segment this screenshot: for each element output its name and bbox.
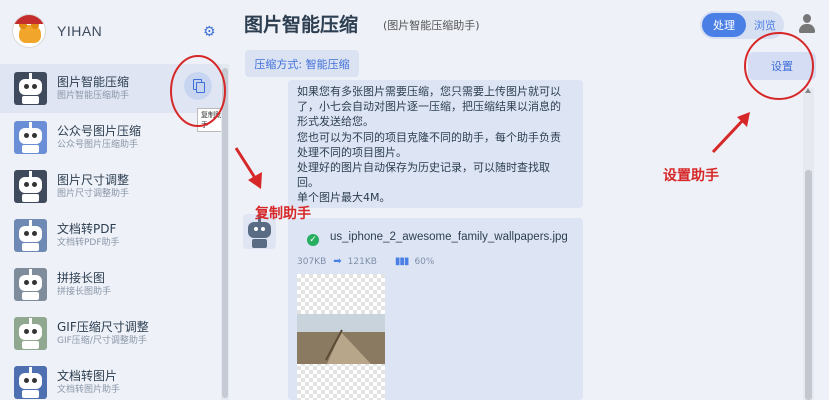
sidebar-item-image-resize[interactable]: 图片尺寸调整 图片尺寸调整助手 [0,162,221,211]
robot-icon [14,366,47,399]
message-line: 形式发送给您。 [297,115,374,129]
original-size: 307KB [297,256,327,267]
check-circle-icon: ✓ [307,234,319,246]
sidebar-item-gif-compress[interactable]: GIF压缩尺寸调整 GIF压缩/尺寸调整助手 [0,309,221,358]
message-line: 处理好的图片自动保存为历史记录，可以随时查找取 [297,161,550,175]
sidebar-item-title: 图片智能压缩 [57,75,130,89]
robot-icon [14,219,47,252]
sidebar-item-title: GIF压缩尺寸调整 [57,320,149,334]
robot-icon [14,72,47,105]
compressed-size: 121KB [347,256,377,267]
sidebar-item-long-image[interactable]: 拼接长图 拼接长图助手 [0,260,221,309]
message-line: 如果您有多张图片需要压缩，您只需要上传图片就可以 [297,85,561,98]
message-line: 您也可以为不同的项目克隆不同的助手，每个助手负责 [297,130,561,144]
robot-icon [14,268,47,301]
settings-button[interactable]: 设置 [748,52,816,80]
sidebar-item-title: 文档转图片 [57,369,118,383]
app-logo [12,14,46,48]
bar-chart-icon: ▮▮▮ [394,256,409,267]
copy-assistant-button[interactable] [184,72,212,100]
message-line: 处理不同的项目图片。 [297,145,407,159]
mode-toggle: 处理 浏览 [700,11,784,39]
sidebar-item-title: 图片尺寸调整 [57,173,130,187]
compression-ratio: 60% [414,256,435,267]
copy-assistant-annotation: 复制助手 [255,206,311,222]
intro-message: 如果您有多张图片需要压缩，您只需要上传图片就可以 了，小七会自动对图片逐一压缩，… [288,80,583,208]
sidebar-item-doc-to-image[interactable]: 文档转图片 文档转图片助手 [0,358,221,400]
sidebar-item-wechat-compress[interactable]: 公众号图片压缩 公众号图片压缩助手 [0,113,221,162]
result-image-thumbnail[interactable] [297,274,385,400]
sidebar-item-subtitle: GIF压缩/尺寸调整助手 [57,336,147,346]
sidebar: YIHAN ⚙ 图片智能压缩 图片智能压缩助手 公众号图片压缩 公众号图片压缩助… [0,0,229,400]
compression-result-card: ✓ us_iphone_2_awesome_family_wallpapers.… [288,218,583,400]
settings-assistant-annotation: 设置助手 [663,168,719,184]
sidebar-item-subtitle: 图片智能压缩助手 [57,91,130,101]
sidebar-item-subtitle: 拼接长图助手 [57,287,112,297]
main-panel: 图片智能压缩 (图片智能压缩助手) 处理 浏览 压缩方式: 智能压缩 设置 如果… [229,0,829,400]
sidebar-item-title: 文档转PDF [57,222,117,236]
sidebar-item-subtitle: 文档转图片助手 [57,385,121,395]
mode-browse-button[interactable]: 浏览 [748,13,782,37]
page-title: 图片智能压缩 [244,14,359,36]
sidebar-item-doc-to-pdf[interactable]: 文档转PDF 文档转PDF助手 [0,211,221,260]
gear-icon[interactable]: ⚙ [203,24,216,40]
app-name: YIHAN [57,23,103,39]
result-file-name[interactable]: us_iphone_2_awesome_family_wallpapers.jp… [330,231,568,243]
result-photo [297,314,385,364]
page-subtitle: (图片智能压缩助手) [383,19,480,32]
sidebar-item-title: 拼接长图 [57,271,106,285]
main-scrollbar[interactable] [803,88,814,400]
compression-method-tag[interactable]: 压缩方式: 智能压缩 [245,50,359,77]
sidebar-item-title: 公众号图片压缩 [57,124,142,138]
sidebar-item-subtitle: 公众号图片压缩助手 [57,140,139,150]
sidebar-header: YIHAN [0,0,229,62]
arrow-right-icon: ➡ [333,256,342,267]
user-icon[interactable] [798,14,816,34]
robot-icon [14,121,47,154]
sidebar-item-subtitle: 图片尺寸调整助手 [57,189,130,199]
sidebar-item-image-compress[interactable]: 图片智能压缩 图片智能压缩助手 [0,64,221,113]
robot-icon [14,317,47,350]
message-line: 回。 [297,176,319,190]
robot-icon [14,170,47,203]
result-stats: 307KB ➡ 121KB ▮▮▮ 60% [297,256,434,267]
message-line: 单个图片最大4M。 [297,191,391,205]
sidebar-item-subtitle: 文档转PDF助手 [57,238,120,248]
message-line: 了，小七会自动对图片逐一压缩，把压缩结果以消息的 [297,100,561,114]
sidebar-scrollbar[interactable] [221,64,229,400]
mode-process-button[interactable]: 处理 [702,13,746,37]
assistant-list: 图片智能压缩 图片智能压缩助手 公众号图片压缩 公众号图片压缩助手 图片尺寸调整… [0,64,221,400]
